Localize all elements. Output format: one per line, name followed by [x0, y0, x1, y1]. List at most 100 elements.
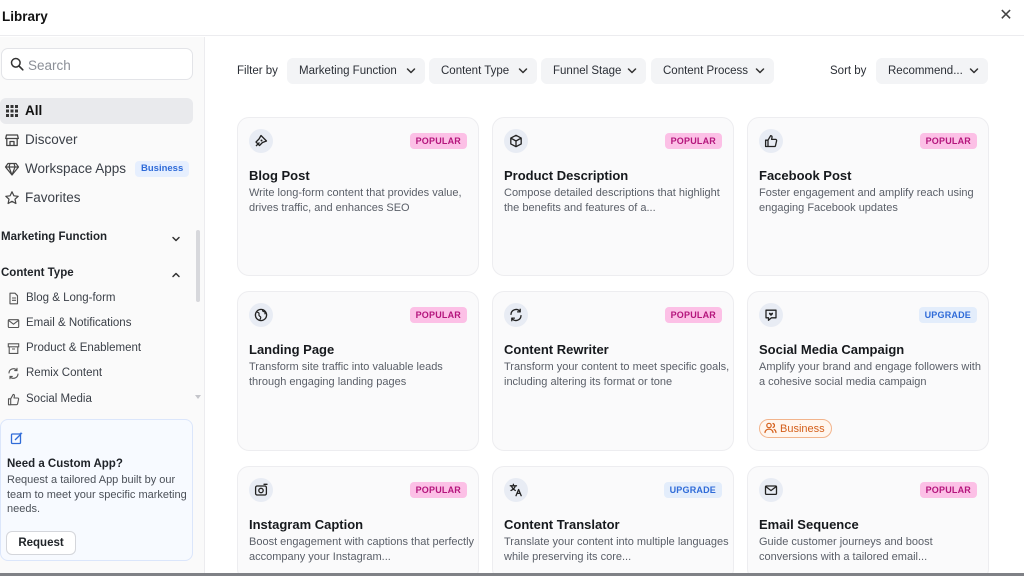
filter-content-type[interactable]: Content Type — [429, 58, 537, 84]
pen-icon — [255, 134, 268, 147]
content-type-label: Email & Notifications — [26, 317, 132, 329]
refresh-icon — [8, 367, 19, 380]
nav-label: All — [25, 103, 43, 118]
library-window: Library ✕ All Discover Workspace Apps Bu… — [0, 0, 1024, 576]
card-description: Foster engagement and amplify reach usin… — [759, 187, 974, 214]
chevron-down-icon — [627, 68, 637, 74]
content-type-label: Remix Content — [26, 367, 103, 379]
business-pill: Business — [759, 419, 832, 438]
nav-item-favorites[interactable]: Favorites — [0, 185, 193, 211]
content-type-blog[interactable]: Blog & Long-form — [0, 288, 192, 310]
card-description: Amplify your brand and engage followers … — [759, 361, 981, 388]
content-type-product[interactable]: Product & Enablement — [0, 338, 192, 360]
filter-label: Content Process — [663, 65, 749, 77]
section-marketing-function[interactable]: Marketing Function — [1, 231, 184, 251]
scroll-down-arrow[interactable] — [195, 395, 201, 399]
content-type-remix[interactable]: Remix Content — [0, 363, 192, 385]
card-description: Transform your content to meet specific … — [504, 361, 730, 388]
section-label: Content Type — [1, 267, 74, 279]
filter-label: Content Type — [441, 65, 510, 77]
refresh-icon — [510, 308, 522, 322]
chevron-up-icon — [172, 272, 180, 278]
content-type-label: Social Media — [26, 393, 92, 405]
close-icon[interactable]: ✕ — [998, 7, 1014, 25]
window-title: Library — [2, 9, 48, 24]
card-description: Compose detailed descriptions that highl… — [504, 187, 720, 214]
business-badge: Business — [135, 161, 190, 177]
search-icon — [10, 57, 24, 71]
card-content-rewriter[interactable]: POPULAR Content Rewriter Transform your … — [492, 291, 734, 451]
card-description: Transform site traffic into valuable lea… — [249, 361, 443, 388]
popular-badge: POPULAR — [409, 307, 467, 323]
request-button[interactable]: Request — [6, 531, 76, 555]
card-description: Boost engagement with captions that perf… — [249, 536, 475, 563]
box-icon — [510, 134, 522, 148]
gem-icon — [4, 162, 20, 176]
card-description: Guide customer journeys and boost conver… — [759, 536, 933, 563]
filter-by-label: Filter by — [237, 65, 278, 77]
translate-icon — [509, 483, 522, 497]
archive-icon — [7, 343, 20, 354]
users-icon — [764, 422, 777, 434]
search-input[interactable] — [28, 55, 178, 75]
filter-label: Marketing Function — [299, 65, 397, 77]
header: Library ✕ — [0, 0, 1024, 36]
card-title: Facebook Post — [759, 168, 852, 183]
card-icon-wrap — [249, 303, 273, 327]
document-icon — [9, 292, 19, 305]
card-title: Landing Page — [249, 342, 335, 357]
nav-label: Discover — [25, 132, 78, 147]
search-box[interactable] — [1, 48, 193, 80]
content-type-label: Blog & Long-form — [26, 292, 116, 304]
card-icon-wrap — [759, 478, 783, 502]
card-product-description[interactable]: POPULAR Product Description Compose deta… — [492, 117, 734, 276]
nav-label: Workspace Apps — [25, 161, 127, 176]
content-type-email[interactable]: Email & Notifications — [0, 313, 192, 335]
mail-icon — [764, 485, 778, 496]
business-pill-label: Business — [780, 423, 825, 435]
card-landing-page[interactable]: POPULAR Landing Page Transform site traf… — [237, 291, 479, 451]
popular-badge: POPULAR — [409, 482, 467, 498]
scroll-thumb[interactable] — [196, 230, 200, 302]
content-type-label: Product & Enablement — [26, 342, 142, 354]
sort-value: Recommend... — [888, 65, 963, 77]
filter-marketing-function[interactable]: Marketing Function — [287, 58, 425, 84]
chevron-down-icon — [406, 68, 416, 74]
popular-badge: POPULAR — [919, 482, 977, 498]
section-content-type[interactable]: Content Type — [1, 267, 184, 287]
content-type-social[interactable]: Social Media — [0, 389, 192, 411]
card-title: Email Sequence — [759, 517, 859, 532]
chevron-down-icon — [755, 68, 765, 74]
nav-item-workspace-apps[interactable]: Workspace Apps Business — [0, 156, 193, 182]
card-blog-post[interactable]: POPULAR Blog Post Write long-form conten… — [237, 117, 479, 276]
grid-icon — [6, 105, 18, 117]
card-instagram-caption[interactable]: POPULAR Instagram Caption Boost engageme… — [237, 466, 479, 576]
sidebar-scrollbar[interactable] — [195, 227, 201, 405]
card-title: Blog Post — [249, 168, 310, 183]
card-email-sequence[interactable]: POPULAR Email Sequence Guide customer jo… — [747, 466, 989, 576]
store-icon — [5, 134, 19, 147]
custom-app-promo: Need a Custom App? Request a tailored Ap… — [0, 419, 193, 561]
chevron-down-icon — [969, 68, 979, 74]
card-icon-wrap — [759, 129, 783, 153]
section-label: Marketing Function — [1, 231, 108, 243]
filter-label: Funnel Stage — [553, 65, 622, 77]
card-facebook-post[interactable]: POPULAR Facebook Post Foster engagement … — [747, 117, 989, 276]
card-content-translator[interactable]: UPGRADE Content Translator Translate you… — [492, 466, 734, 576]
card-icon-wrap — [249, 478, 273, 502]
popular-badge: POPULAR — [919, 133, 977, 149]
sidebar: All Discover Workspace Apps Business Fav… — [0, 37, 205, 576]
card-description: Write long-form content that provides va… — [249, 187, 462, 214]
filter-content-process[interactable]: Content Process — [651, 58, 774, 84]
upgrade-badge: UPGRADE — [663, 482, 722, 498]
sort-select[interactable]: Recommend... — [876, 58, 988, 84]
card-social-media-campaign[interactable]: UPGRADE Social Media Campaign Amplify yo… — [747, 291, 989, 451]
thumbs-up-icon — [7, 393, 20, 406]
nav-item-discover[interactable]: Discover — [0, 127, 193, 153]
promo-text: Request a tailored App built by our team… — [7, 474, 187, 515]
popular-badge: POPULAR — [664, 133, 722, 149]
chat-heart-icon — [765, 309, 777, 321]
card-title: Product Description — [504, 168, 629, 183]
filter-funnel-stage[interactable]: Funnel Stage — [541, 58, 646, 84]
nav-item-all[interactable]: All — [0, 98, 193, 124]
